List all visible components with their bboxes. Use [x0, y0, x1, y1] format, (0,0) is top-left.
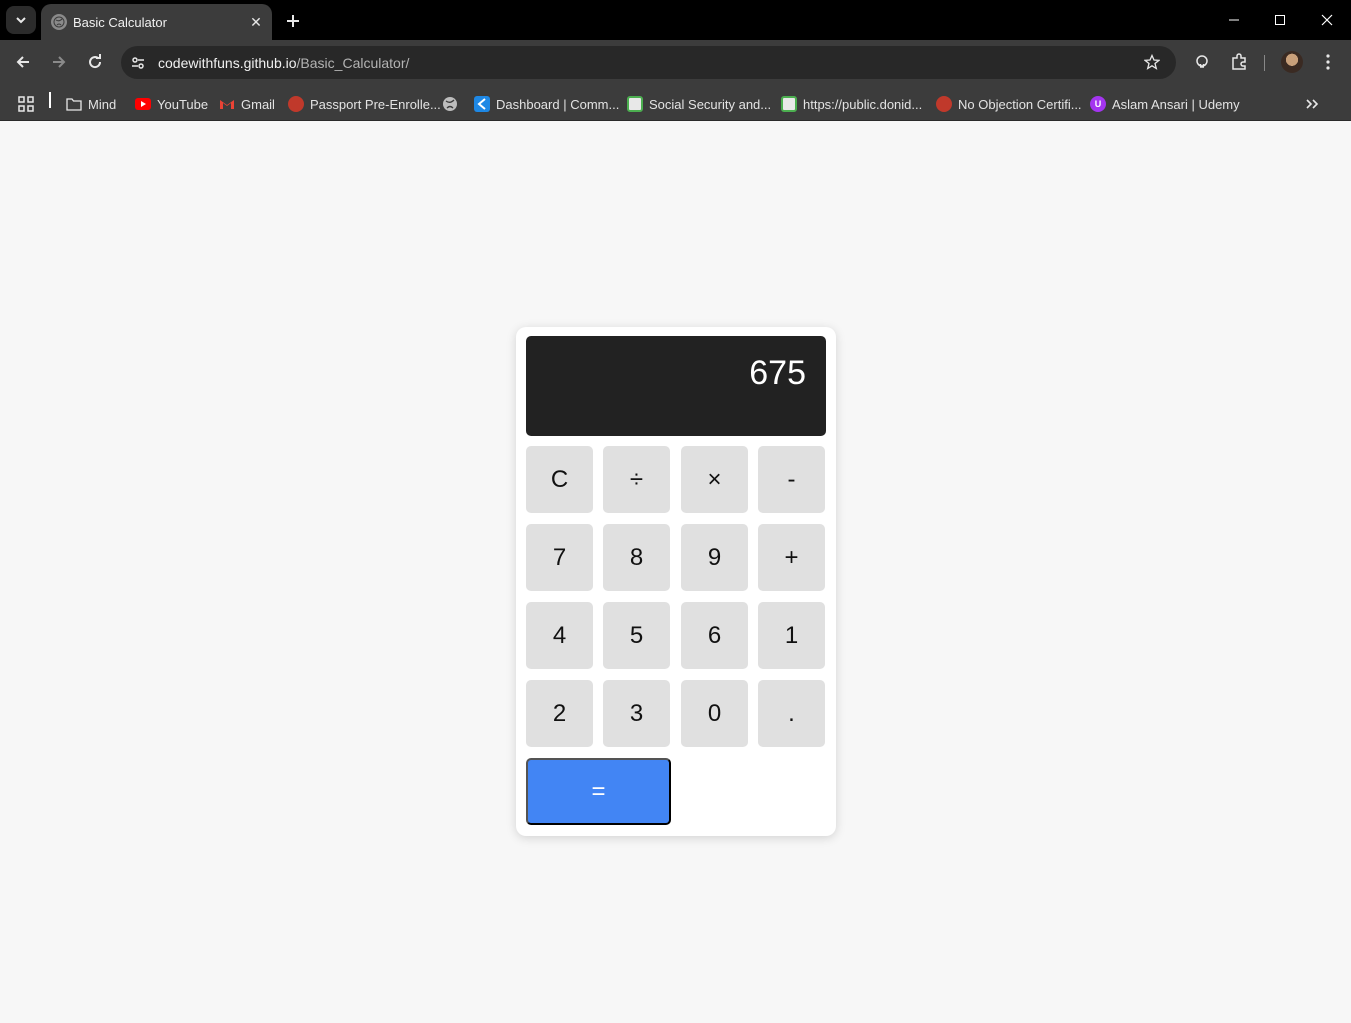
back-button[interactable] [8, 47, 38, 77]
plus-icon [287, 15, 299, 27]
lightbulb-icon[interactable] [1188, 48, 1216, 76]
menu-kebab-icon[interactable] [1314, 48, 1342, 76]
reload-icon [89, 54, 102, 69]
youtube-icon [135, 96, 151, 112]
divide-button[interactable]: ÷ [603, 446, 670, 513]
tab-title: Basic Calculator [73, 14, 167, 30]
minimize-button[interactable] [1211, 0, 1257, 40]
extensions-icon[interactable] [1225, 48, 1253, 76]
toolbar-divider [1264, 55, 1265, 71]
noc-icon [936, 96, 952, 112]
calculator: 675 C ÷ × - 7 8 9 + 4 5 6 1 2 3 0 . = [516, 327, 836, 836]
gmail-icon [219, 96, 235, 112]
browser-toolbar: codewithfuns.github.io/Basic_Calculator/ [0, 40, 1351, 85]
folder-icon [66, 96, 82, 112]
multiply-button[interactable]: × [681, 446, 748, 513]
tab-search-button[interactable] [6, 6, 36, 34]
digit-3-button[interactable]: 3 [603, 680, 670, 747]
passport-icon [288, 96, 304, 112]
bookmark-gmail[interactable]: Gmail [219, 91, 275, 117]
new-tab-button[interactable] [280, 8, 306, 34]
bookmark-passport[interactable]: Passport Pre-Enrolle... [288, 91, 441, 117]
url-host: codewithfuns.github.io [158, 54, 297, 71]
bookmark-globe[interactable] [442, 91, 464, 117]
bookmark-label: Gmail [241, 96, 275, 112]
profile-avatar[interactable] [1281, 51, 1303, 73]
digit-4-button[interactable]: 4 [526, 602, 593, 669]
donid-icon [781, 96, 797, 112]
reload-button[interactable] [80, 47, 110, 77]
dashboard-icon [474, 96, 490, 112]
social-security-icon [627, 96, 643, 112]
digit-2-button[interactable]: 2 [526, 680, 593, 747]
forward-arrow-icon [53, 56, 66, 68]
bookmark-label: Passport Pre-Enrolle... [310, 96, 441, 112]
bookmarks-divider [49, 92, 51, 108]
bookmark-udemy[interactable]: U Aslam Ansari | Udemy [1090, 91, 1240, 117]
more-bookmarks-icon[interactable] [1305, 91, 1319, 117]
bookmark-label: YouTube [157, 96, 209, 112]
digit-8-button[interactable]: 8 [603, 524, 670, 591]
subtract-button[interactable]: - [758, 446, 825, 513]
decimal-button[interactable]: . [758, 680, 825, 747]
bookmark-youtube[interactable]: YouTube [135, 91, 208, 117]
bookmark-label: Aslam Ansari | Udemy [1112, 96, 1240, 112]
back-arrow-icon [16, 56, 29, 68]
browser-titlebar: Basic Calculator ✕ [0, 0, 1351, 40]
digit-7-button[interactable]: 7 [526, 524, 593, 591]
close-tab-icon[interactable]: ✕ [245, 11, 267, 33]
globe-icon [51, 14, 67, 30]
close-window-button[interactable] [1304, 0, 1350, 40]
tab-basic-calculator[interactable]: Basic Calculator ✕ [41, 4, 272, 40]
udemy-icon: U [1090, 96, 1106, 112]
digit-9-button[interactable]: 9 [681, 524, 748, 591]
digit-1-button[interactable]: 1 [758, 602, 825, 669]
equals-button[interactable]: = [526, 758, 671, 825]
bookmark-mind[interactable]: Mind [66, 91, 116, 117]
clear-button[interactable]: C [526, 446, 593, 513]
apps-grid-icon[interactable] [17, 91, 35, 117]
digit-5-button[interactable]: 5 [603, 602, 670, 669]
address-bar[interactable]: codewithfuns.github.io/Basic_Calculator/ [121, 46, 1176, 79]
digit-0-button[interactable]: 0 [681, 680, 748, 747]
maximize-icon [1275, 15, 1285, 25]
url-path: /Basic_Calculator/ [296, 54, 410, 71]
bookmark-label: No Objection Certifi... [958, 96, 1082, 112]
add-button[interactable]: + [758, 524, 825, 591]
chevron-down-icon [16, 17, 26, 24]
maximize-button[interactable] [1257, 0, 1303, 40]
bookmark-label: Social Security and... [649, 96, 772, 112]
bookmark-star-icon[interactable] [1140, 50, 1164, 74]
bookmarks-bar: Mind YouTube Gmail Passport Pre-Enrolle.… [0, 85, 1351, 121]
globe-icon [442, 96, 458, 112]
bookmark-label: https://public.donid... [803, 96, 923, 112]
forward-button[interactable] [44, 47, 74, 77]
bookmark-label: Dashboard | Comm... [496, 96, 620, 112]
digit-6-button[interactable]: 6 [681, 602, 748, 669]
bookmark-noc[interactable]: No Objection Certifi... [936, 91, 1082, 117]
calculator-display: 675 [526, 336, 826, 436]
bookmark-public-donid[interactable]: https://public.donid... [781, 91, 922, 117]
bookmark-dashboard[interactable]: Dashboard | Comm... [474, 91, 619, 117]
close-icon [1321, 14, 1333, 26]
minimize-icon [1229, 19, 1239, 21]
bookmark-social-security[interactable]: Social Security and... [627, 91, 771, 117]
bookmark-label: Mind [88, 96, 117, 112]
site-info-icon[interactable] [125, 50, 151, 76]
